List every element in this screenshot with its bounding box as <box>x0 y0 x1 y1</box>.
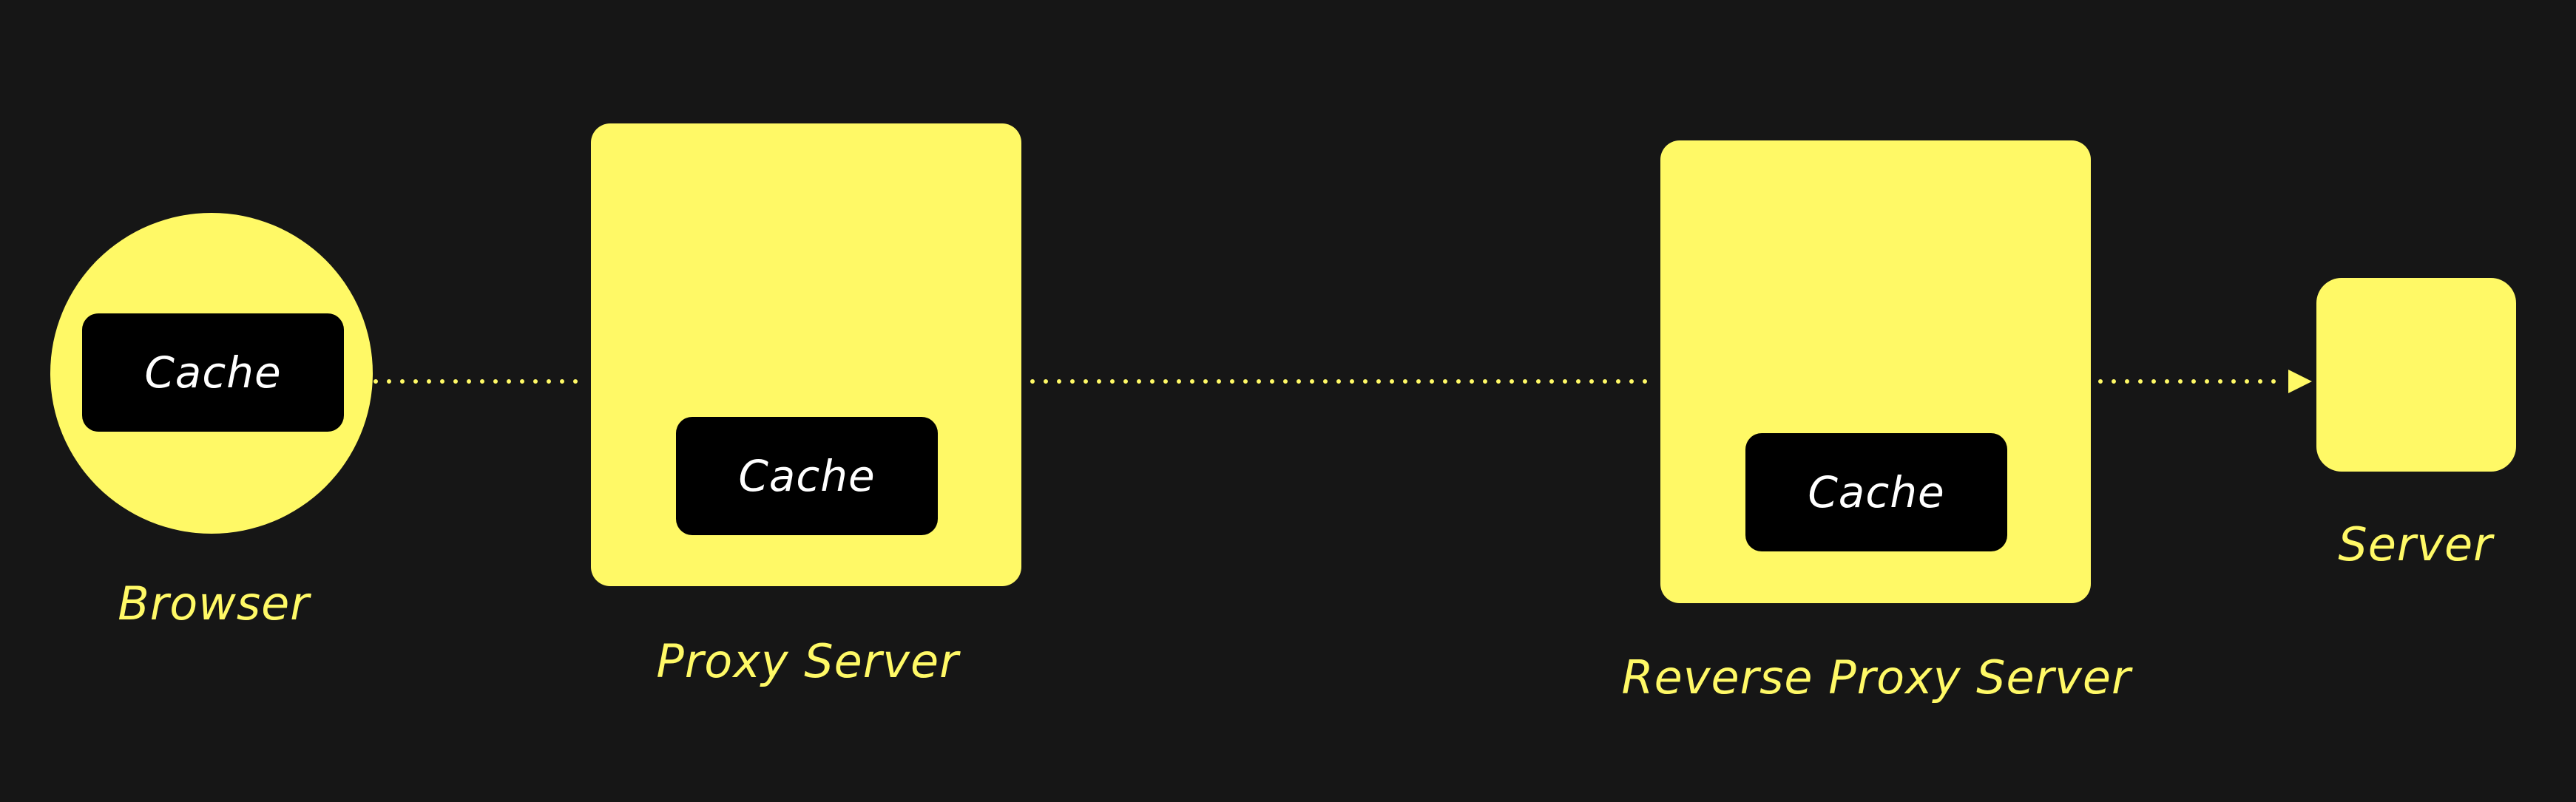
reverse-proxy-server-label: Reverse Proxy Server <box>1621 650 2132 704</box>
connector-layer <box>373 370 2312 393</box>
server-node <box>2316 278 2516 472</box>
arrowhead-to-server <box>2288 370 2312 393</box>
proxy-server-label: Proxy Server <box>656 634 959 688</box>
reverse-proxy-server-cache-box: Cache <box>1745 433 2007 551</box>
browser-label: Browser <box>118 577 310 631</box>
browser-cache-box: Cache <box>82 313 344 432</box>
reverse-proxy-server-cache-label: Cache <box>1808 467 1945 517</box>
server-label: Server <box>2338 517 2493 571</box>
diagram-canvas: Cache Browser Cache Proxy Server Cache R… <box>0 0 2576 802</box>
browser-cache-label: Cache <box>144 347 282 398</box>
proxy-server-cache-label: Cache <box>738 451 876 501</box>
proxy-server-cache-box: Cache <box>676 417 938 535</box>
